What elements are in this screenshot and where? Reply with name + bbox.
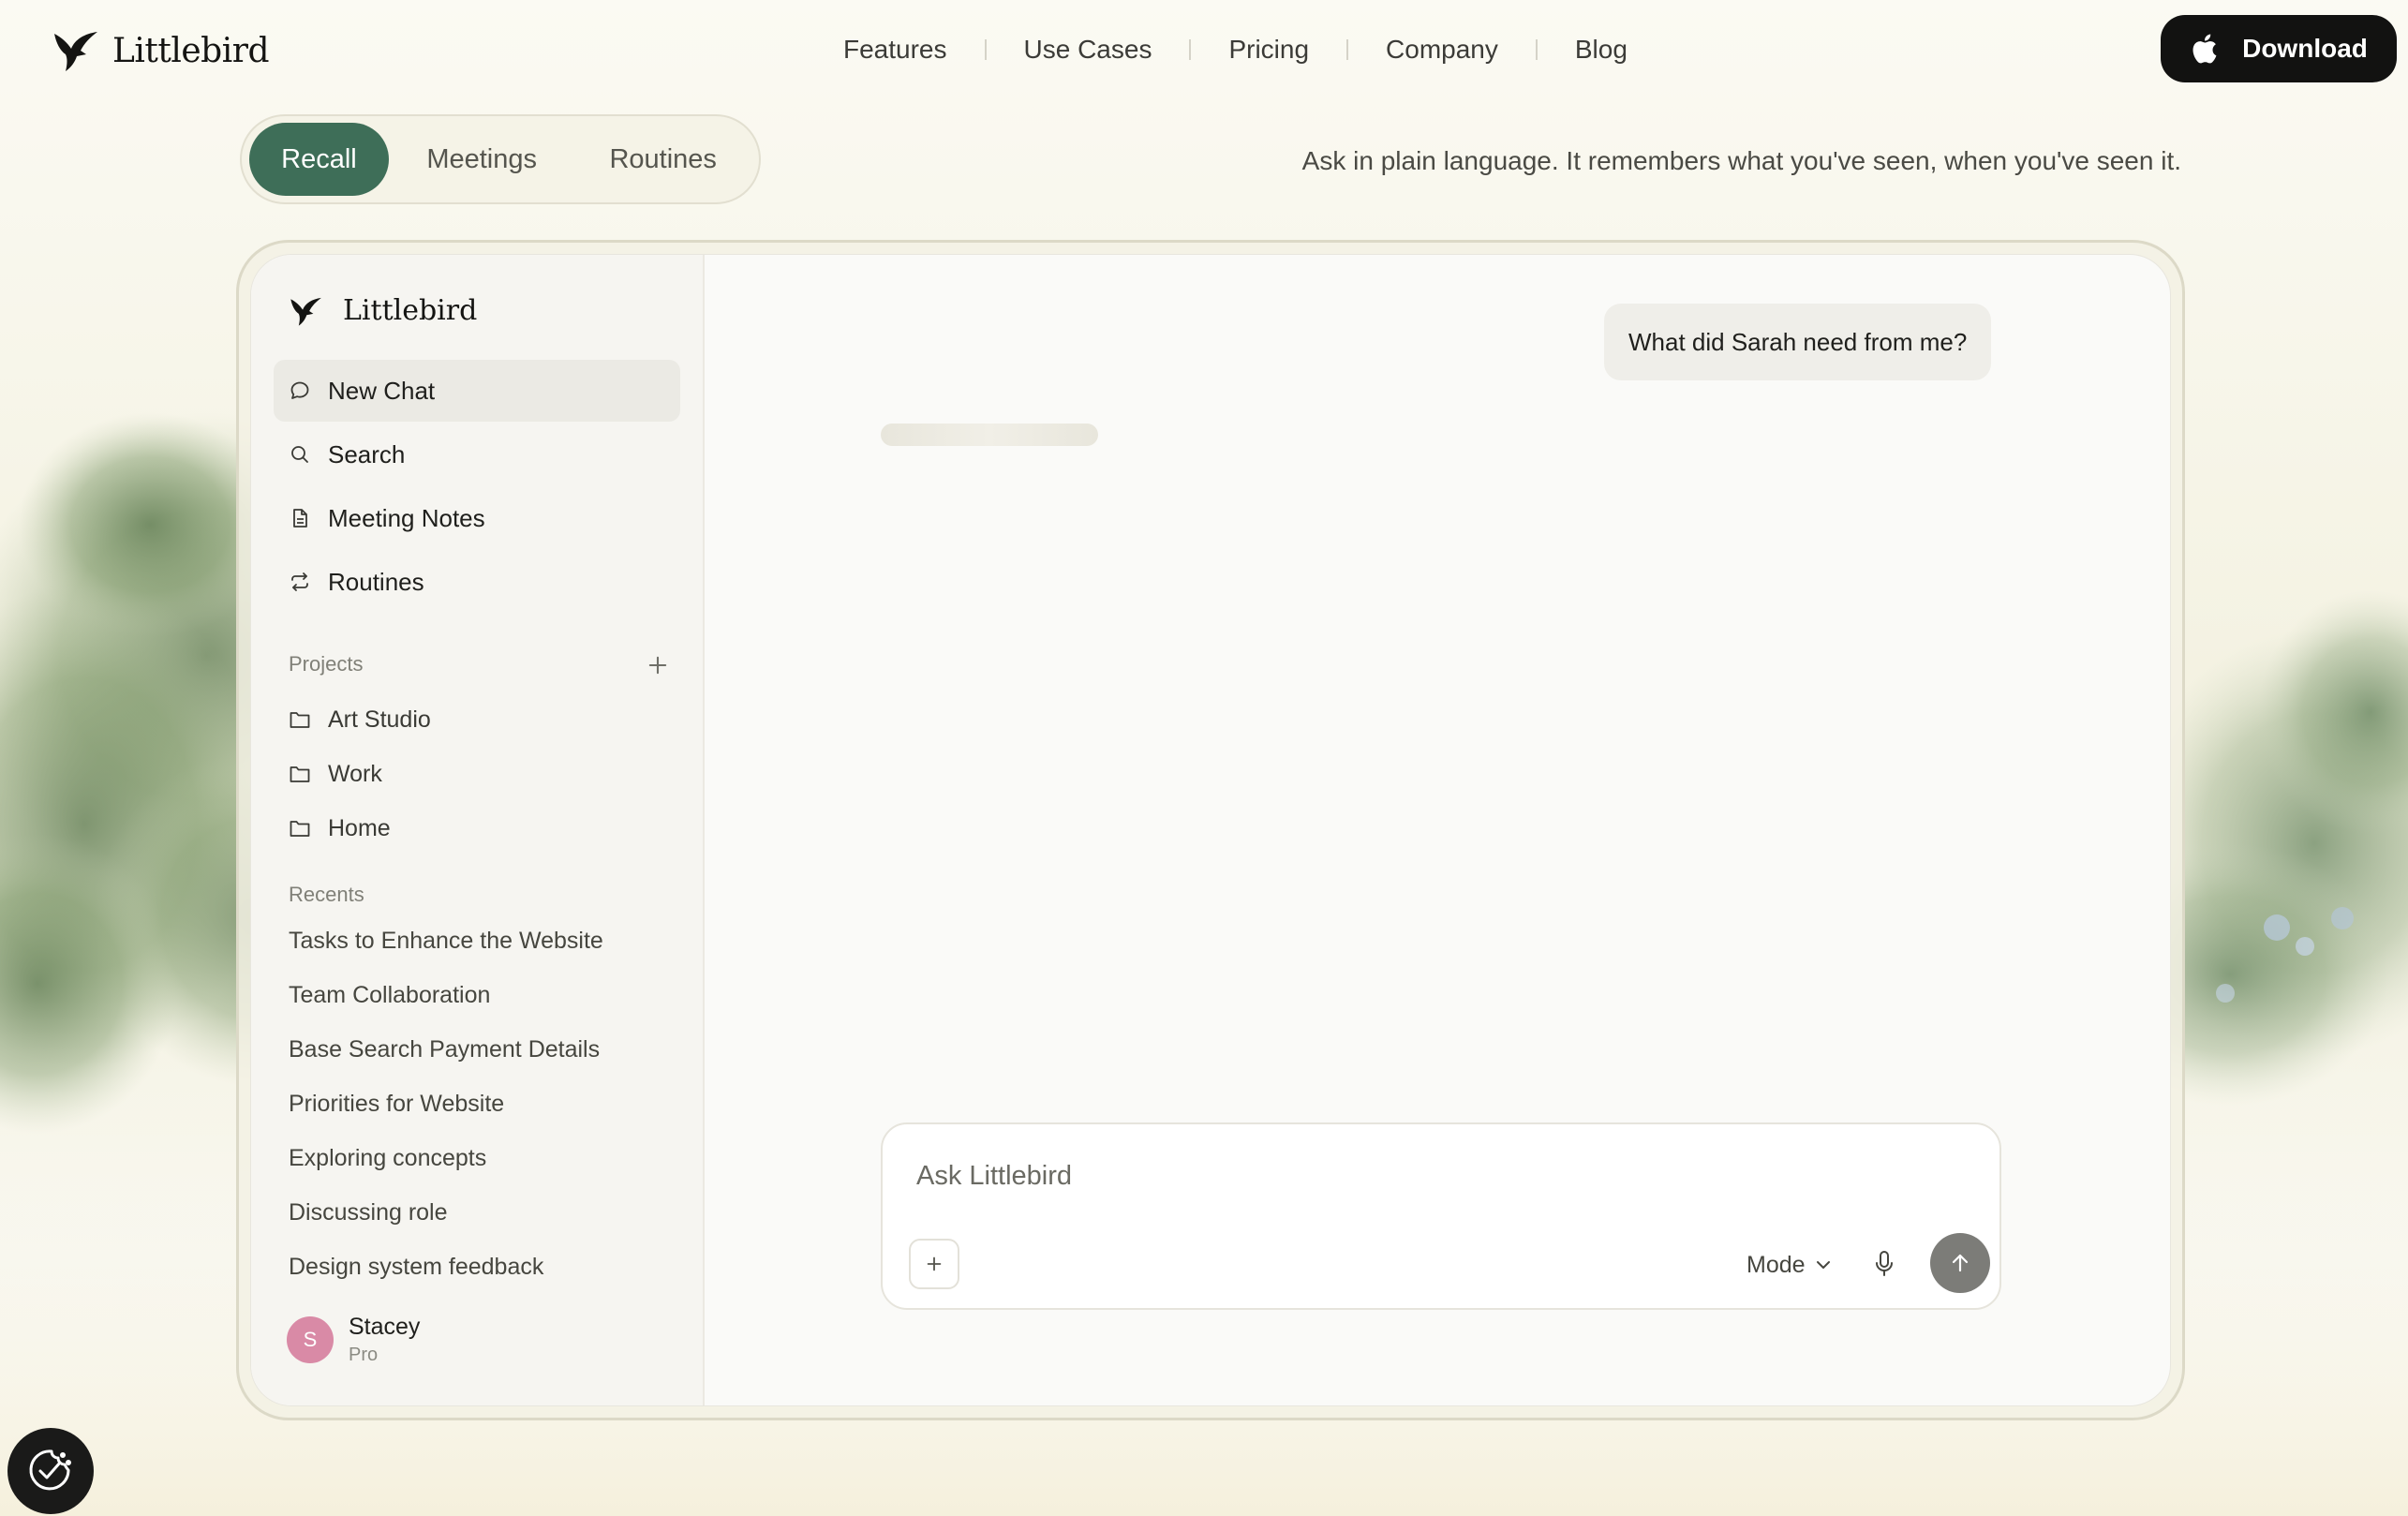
add-project-plus-icon[interactable]	[645, 652, 671, 678]
avatar: S	[287, 1316, 334, 1363]
recent-chat-item[interactable]: Design system feedback	[289, 1248, 543, 1286]
user-message-bubble: What did Sarah need from me?	[1604, 304, 1992, 380]
sidebar-item-meeting-notes[interactable]: Meeting Notes	[274, 487, 680, 549]
bird-logo-icon	[54, 32, 97, 71]
sidebar-item-label: Routines	[328, 567, 424, 596]
top-navigation: Littlebird Features Use Cases Pricing Co…	[0, 0, 2408, 101]
nav-links: Features Use Cases Pricing Company Blog	[825, 28, 1646, 71]
project-item-home[interactable]: Home	[289, 810, 391, 847]
download-label: Download	[2242, 34, 2368, 63]
recent-chat-item[interactable]: Team Collaboration	[289, 976, 490, 1014]
feature-tabs: Recall Meetings Routines	[240, 114, 761, 204]
sidebar-item-routines[interactable]: Routines	[274, 551, 680, 613]
response-loading-placeholder	[881, 424, 1098, 446]
sidebar-item-search[interactable]: Search	[274, 424, 680, 485]
attach-button[interactable]	[909, 1239, 959, 1289]
arrow-up-icon	[1952, 1254, 1969, 1272]
mode-label: Mode	[1747, 1251, 1806, 1278]
project-label: Work	[328, 760, 382, 787]
nav-divider	[1189, 39, 1192, 60]
sidebar-brand-name: Littlebird	[343, 294, 478, 327]
sidebar-item-label: Meeting Notes	[328, 503, 485, 532]
recent-chat-item[interactable]: Priorities for Website	[289, 1085, 504, 1122]
projects-section-label: Projects	[289, 652, 364, 676]
brand-name: Littlebird	[112, 31, 269, 70]
sidebar-brand: Littlebird	[289, 294, 477, 327]
recent-chat-item[interactable]: Exploring concepts	[289, 1139, 486, 1177]
recent-chat-item[interactable]: Tasks to Enhance the Website	[289, 922, 603, 959]
sidebar-item-new-chat[interactable]: New Chat	[274, 360, 680, 422]
plus-icon	[927, 1256, 942, 1271]
folder-icon	[290, 712, 310, 728]
project-item-art-studio[interactable]: Art Studio	[289, 701, 431, 738]
mode-dropdown[interactable]: Mode	[1747, 1242, 1832, 1287]
download-button[interactable]: Download	[2161, 15, 2397, 82]
nav-link-features[interactable]: Features	[825, 35, 966, 65]
cookie-consent-button[interactable]	[7, 1428, 94, 1514]
user-info: Stacey Pro	[349, 1314, 420, 1366]
cookie-check-icon	[29, 1449, 71, 1491]
chat-area: What did Sarah need from me? Mode	[705, 255, 2170, 1405]
app-window: Littlebird New Chat Search Meeting Notes	[250, 254, 2171, 1406]
tab-meetings[interactable]: Meetings	[389, 123, 575, 196]
chevron-down-icon	[1816, 1261, 1830, 1269]
repeat-icon	[291, 572, 308, 591]
recent-chat-item[interactable]: Base Search Payment Details	[289, 1031, 600, 1068]
brand-logo-link[interactable]: Littlebird	[52, 24, 269, 77]
document-icon	[293, 509, 307, 528]
tab-routines[interactable]: Routines	[574, 123, 751, 196]
user-plan: Pro	[349, 1345, 379, 1365]
feature-tagline: Ask in plain language. It remembers what…	[1301, 146, 2181, 175]
chat-input[interactable]	[914, 1152, 1945, 1199]
user-profile[interactable]: S Stacey Pro	[287, 1314, 420, 1366]
nav-link-pricing[interactable]: Pricing	[1210, 35, 1328, 65]
nav-link-blog[interactable]: Blog	[1556, 35, 1646, 65]
microphone-icon	[1876, 1251, 1893, 1276]
chat-bubble-icon	[290, 381, 309, 399]
nav-link-company[interactable]: Company	[1367, 35, 1517, 65]
project-label: Home	[328, 814, 391, 841]
app-preview-frame: Littlebird New Chat Search Meeting Notes	[236, 240, 2185, 1420]
send-button[interactable]	[1930, 1233, 1990, 1293]
folder-icon	[290, 766, 310, 782]
nav-divider	[1346, 39, 1349, 60]
microphone-button[interactable]	[1865, 1244, 1904, 1284]
search-icon	[291, 446, 308, 463]
nav-link-use-cases[interactable]: Use Cases	[1005, 35, 1171, 65]
recent-chat-item[interactable]: Discussing role	[289, 1194, 448, 1231]
project-item-work[interactable]: Work	[289, 755, 382, 793]
nav-divider	[1535, 39, 1538, 60]
recents-section-label: Recents	[289, 883, 364, 906]
sidebar: Littlebird New Chat Search Meeting Notes	[251, 255, 705, 1405]
sidebar-item-label: Search	[328, 439, 406, 468]
chat-composer: Mode	[881, 1122, 2001, 1310]
sidebar-item-label: New Chat	[328, 376, 436, 405]
apple-icon	[2192, 34, 2217, 64]
bird-logo-icon	[290, 297, 321, 326]
folder-icon	[290, 821, 310, 837]
project-label: Art Studio	[328, 706, 431, 733]
nav-divider	[984, 39, 987, 60]
user-name: Stacey	[349, 1314, 421, 1340]
tab-recall[interactable]: Recall	[249, 123, 389, 196]
